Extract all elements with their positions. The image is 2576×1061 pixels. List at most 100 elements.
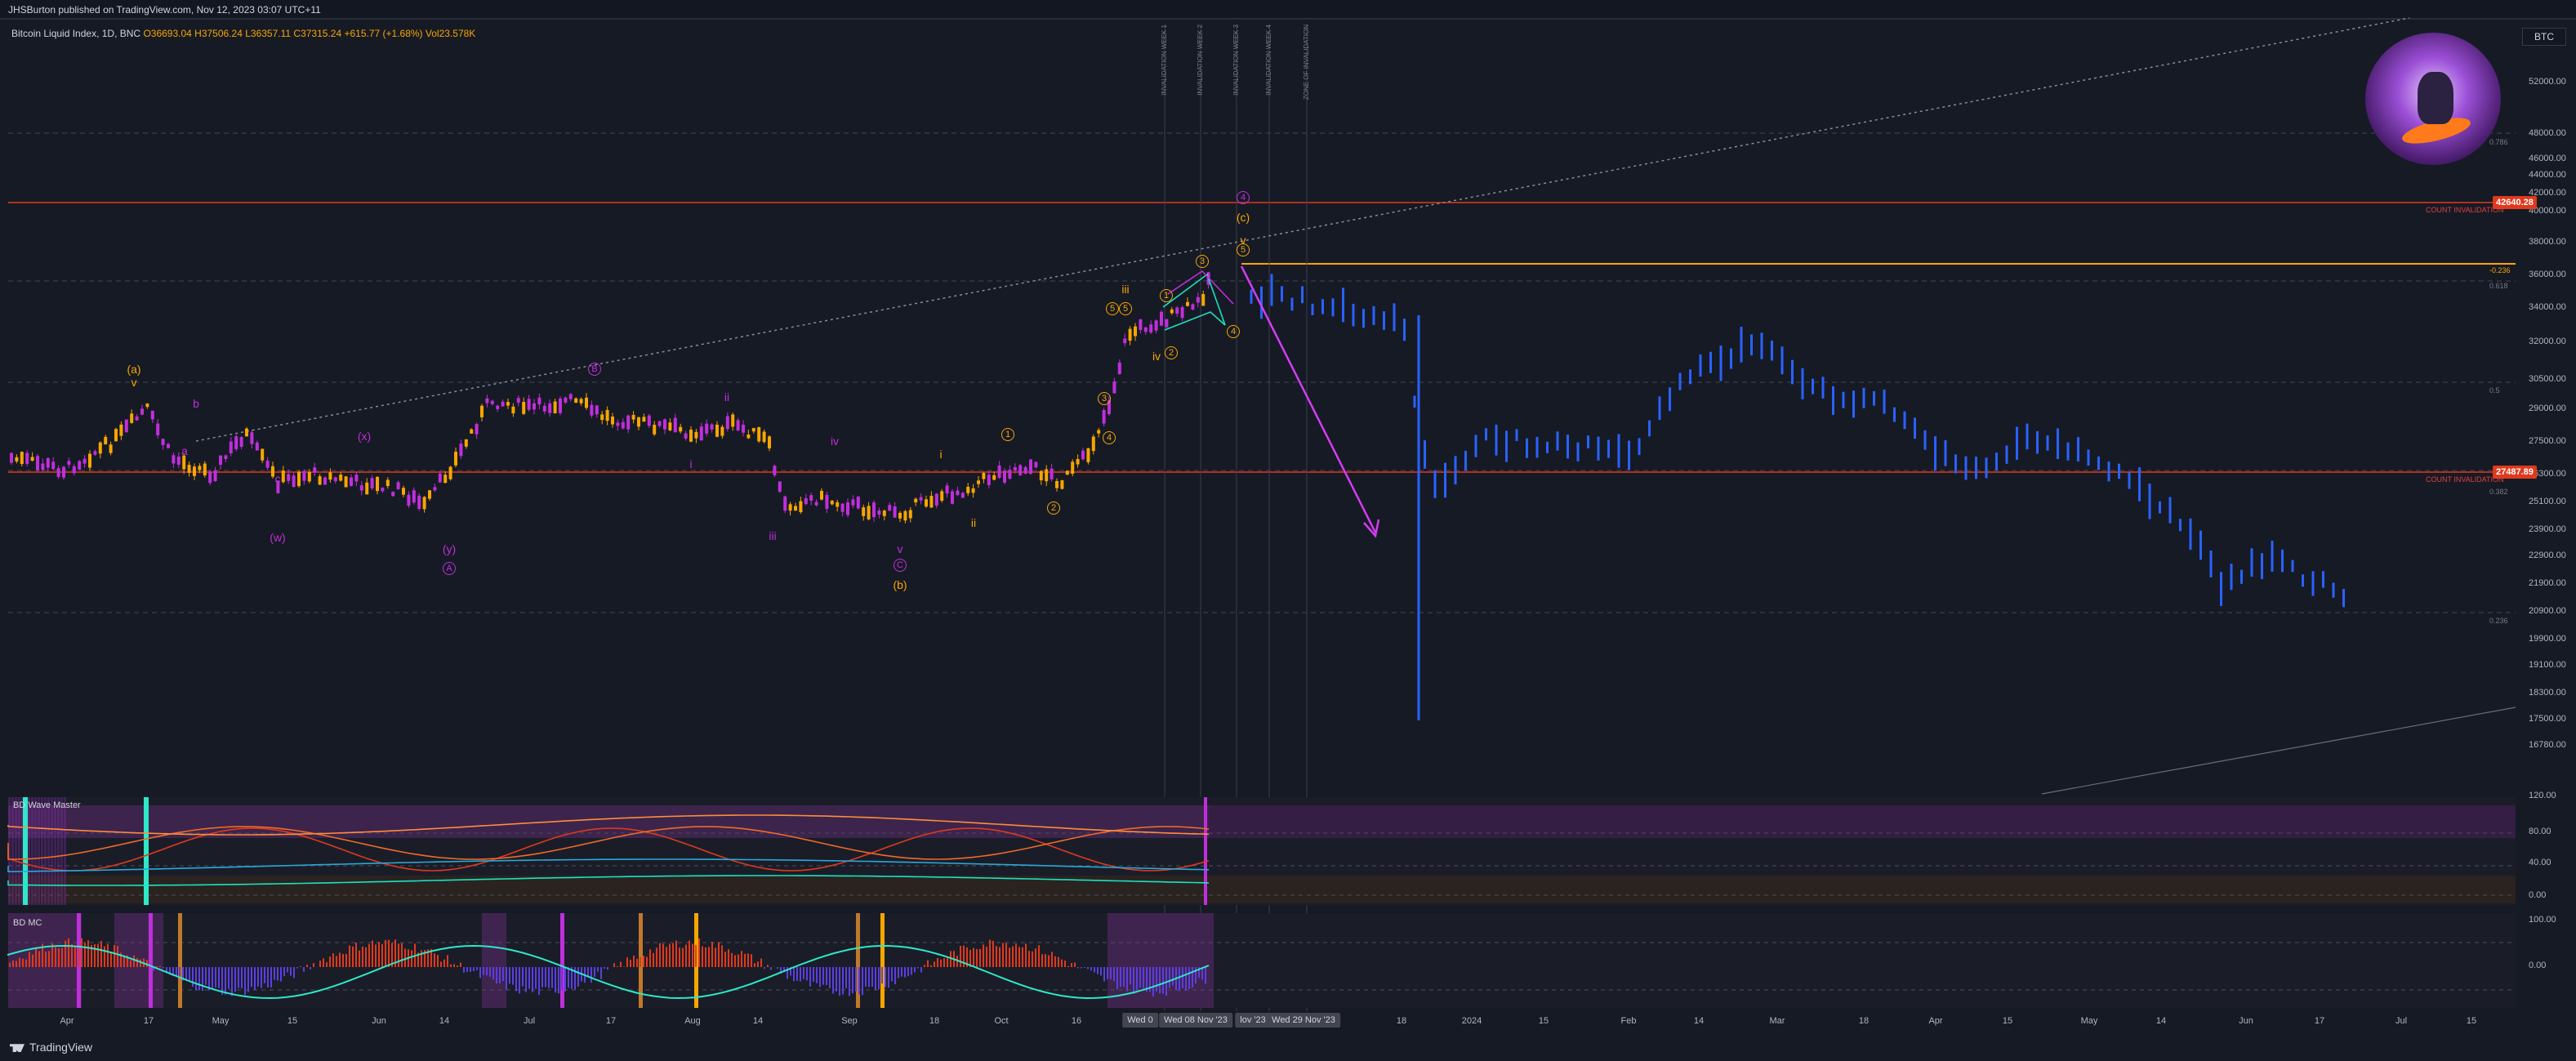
candle-body — [51, 461, 56, 470]
candle-body — [731, 414, 735, 427]
candle-body — [323, 477, 327, 485]
candle-body — [908, 510, 912, 519]
candle-body — [548, 403, 552, 413]
candle-body — [537, 397, 541, 405]
symbol-name[interactable]: Bitcoin Liquid Index, 1D, BNC — [11, 28, 140, 39]
ohlc-close: C37315.24 — [293, 28, 342, 39]
candle-body — [559, 398, 562, 413]
candle-body — [292, 475, 296, 488]
osc2-signal — [149, 913, 153, 1008]
candle-body — [30, 457, 34, 461]
candle-body — [433, 487, 437, 491]
candle-body — [370, 478, 374, 488]
symbol-legend[interactable]: Bitcoin Liquid Index, 1D, BNC O36693.04 … — [11, 28, 475, 39]
candle-body — [585, 397, 588, 408]
osc2-signal — [880, 913, 885, 1008]
candle-body — [768, 436, 771, 449]
candle-body — [287, 474, 291, 481]
candle-body — [877, 510, 881, 515]
volume: Vol23.578K — [425, 28, 476, 39]
candle-body — [496, 405, 500, 409]
ticker-button[interactable]: BTC — [2522, 28, 2566, 46]
candle-body — [1097, 430, 1101, 434]
candle-body — [825, 494, 829, 510]
candle-body — [836, 502, 840, 507]
candle-body — [172, 455, 176, 464]
candle-body — [568, 394, 573, 399]
candle-body — [239, 437, 243, 447]
candle-body — [25, 452, 29, 464]
candle-body — [1128, 328, 1132, 341]
candle-body — [1065, 470, 1069, 475]
candle-body — [234, 436, 238, 449]
osc1-highlight — [15, 797, 17, 905]
candle-body — [1186, 301, 1189, 306]
candle-body — [987, 475, 991, 485]
candle-body — [1055, 480, 1058, 488]
candle-body — [914, 498, 918, 503]
candle-body — [799, 501, 803, 513]
osc1-highlight — [41, 797, 43, 905]
candle-body — [1013, 466, 1017, 471]
candle-body — [1076, 458, 1080, 465]
candle-body — [20, 452, 24, 465]
candle-body — [297, 471, 301, 487]
brand-label: TradingView — [29, 1041, 93, 1054]
candle-body — [1175, 307, 1179, 314]
candle-body — [182, 455, 186, 470]
candle-body — [820, 490, 823, 500]
tradingview-logo[interactable]: TradingView — [10, 1041, 92, 1054]
candle-body — [1170, 309, 1174, 314]
osc2-pane — [8, 913, 2516, 1008]
osc1-signal — [144, 797, 149, 905]
candle-body — [1003, 470, 1006, 483]
candle-body — [542, 405, 546, 412]
candle-body — [616, 422, 620, 426]
candle-body — [1086, 448, 1090, 462]
candle-body — [219, 455, 222, 465]
osc1-signal — [1204, 797, 1207, 905]
candle-body — [381, 488, 385, 492]
candle-body — [167, 444, 170, 448]
candle-body — [1154, 320, 1158, 331]
candle-body — [846, 502, 849, 515]
candle-body — [1102, 410, 1106, 424]
trendline-dotted — [195, 17, 2410, 442]
candle-body — [506, 402, 510, 406]
candle-body — [751, 428, 755, 432]
candle-body — [637, 417, 640, 427]
overlay-drawings — [1162, 265, 1380, 538]
candle-body — [1191, 304, 1195, 310]
candle-body — [747, 435, 751, 439]
candle-body — [595, 405, 599, 415]
chart-canvas[interactable] — [0, 0, 2576, 1061]
candle-body — [1018, 465, 1023, 475]
candle-body — [762, 431, 766, 443]
candle-body — [229, 441, 233, 453]
candle-body — [448, 466, 452, 479]
candle-body — [856, 496, 860, 509]
candle-body — [653, 424, 657, 435]
candle-body — [527, 399, 531, 410]
candle-body — [333, 477, 337, 482]
osc1-signal — [23, 797, 28, 905]
candle-body — [67, 461, 71, 466]
candle-body — [590, 404, 594, 416]
candle-body — [1165, 319, 1169, 328]
osc1-highlight — [31, 797, 33, 905]
candle-body — [354, 475, 359, 482]
candle-body — [407, 494, 411, 506]
candle-body — [82, 458, 87, 464]
osc1-highlight — [54, 797, 56, 905]
candle-body — [376, 476, 379, 492]
osc1-highlight — [44, 797, 47, 905]
osc2-signal — [560, 913, 564, 1008]
candle-body — [940, 491, 944, 502]
ohlc-change: +615.77 (+1.68%) — [344, 28, 423, 39]
candle-body — [475, 424, 479, 435]
candle-body — [1034, 461, 1038, 468]
candle-body — [88, 453, 91, 468]
candle-body — [114, 429, 118, 442]
candle-body — [10, 452, 13, 463]
candle-body — [898, 512, 902, 519]
